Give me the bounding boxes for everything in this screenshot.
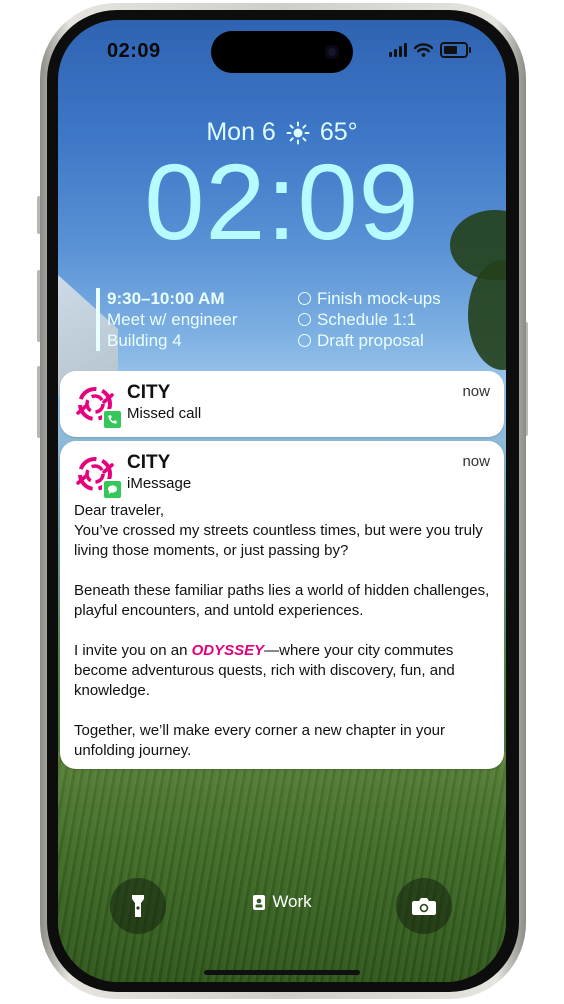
reminders-widget[interactable]: Finish mock-ups Schedule 1:1 Draft propo… [298,288,441,351]
notification-time: now [462,453,490,470]
dynamic-island [211,31,353,73]
empty-circle-icon [298,292,311,305]
lock-clock[interactable]: 02:09 [58,142,506,262]
lock-screen: 02:09 Mon 6 65° 02:09 9:30–10:00 AM Meet… [58,20,506,982]
empty-circle-icon [298,334,311,347]
calendar-event-location: Building 4 [107,331,182,350]
wallpaper-tree [468,260,506,370]
focus-mode-label: Work [272,892,312,911]
front-camera [325,45,339,59]
battery-icon [440,42,471,58]
signal-icon [389,43,407,57]
message-paragraph: You’ve crossed my streets countless time… [74,522,483,559]
reminder-item: Draft proposal [298,330,441,351]
notification-missed-call[interactable]: CITY Missed call now [60,371,504,437]
home-indicator[interactable] [204,970,360,975]
message-greeting: Dear traveler, [74,502,165,519]
status-time: 02:09 [107,40,161,62]
message-paragraph: I invite you on an ODYSSEY—where your ci… [74,642,455,699]
calendar-event-title: Meet w/ engineer [107,310,238,329]
phone-icon [102,409,123,430]
notification-imessage[interactable]: CITY iMessage now Dear traveler, You’ve … [60,441,504,769]
notification-time: now [462,383,490,400]
notification-body: Dear traveler, You’ve crossed my streets… [74,501,494,761]
reminder-item: Schedule 1:1 [298,309,441,330]
calendar-widget[interactable]: 9:30–10:00 AM Meet w/ engineer Building … [96,288,237,351]
odyssey-highlight: ODYSSEY [191,642,265,659]
wifi-icon [414,43,433,57]
status-icons [389,42,471,58]
badge-icon [253,894,266,910]
calendar-event-time: 9:30–10:00 AM [107,289,225,308]
wallpaper-grass [58,752,506,982]
reminder-item: Finish mock-ups [298,288,441,309]
notification-subtitle: iMessage [127,475,192,492]
camera-icon [412,898,436,915]
message-paragraph: Beneath these familiar paths lies a worl… [74,582,490,619]
message-icon [102,479,123,500]
camera-button[interactable] [396,878,452,934]
empty-circle-icon [298,313,311,326]
notification-subtitle: Missed call [127,405,202,422]
notification-app-name: CITY [127,382,171,403]
notification-app-name: CITY [127,452,171,473]
message-paragraph: Together, we’ll make every corner a new … [74,722,446,759]
